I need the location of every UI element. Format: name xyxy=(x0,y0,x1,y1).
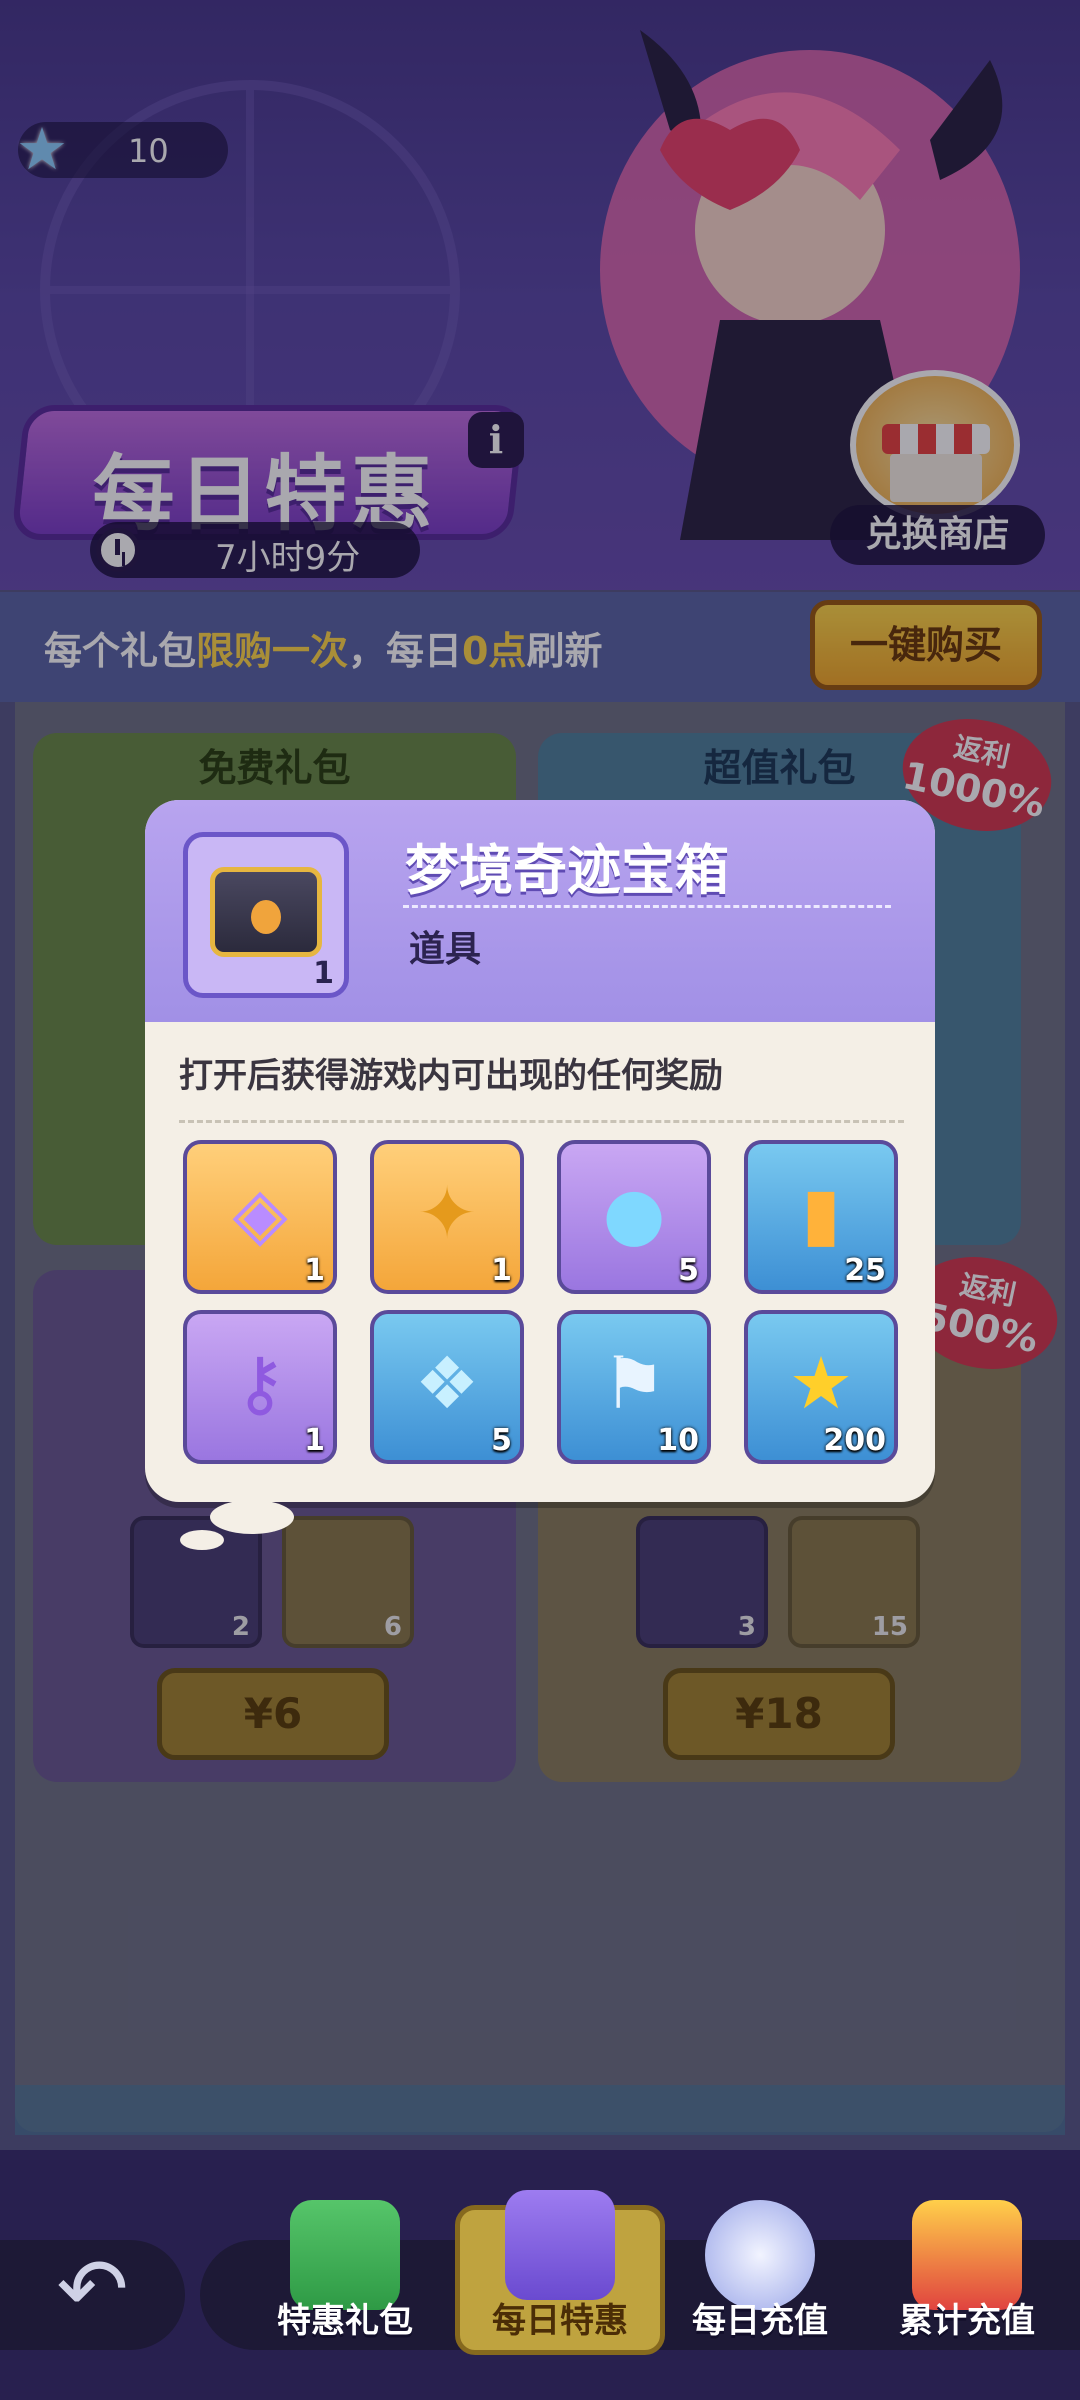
item-detail-popup: 1 梦境奇迹宝箱 道具 打开后获得游戏内可出现的任何奖励 ◈ 1 ✦ 1 ● 5 ▮ 2… xyxy=(145,800,935,1502)
gold-coin-icon: ★ xyxy=(788,1341,854,1425)
reward-item[interactable]: ✦ 1 xyxy=(370,1140,524,1294)
ice-crystal-icon: ❖ xyxy=(414,1341,480,1425)
helmet-flag-icon: ⚑ xyxy=(601,1341,667,1425)
rainbow-cube-icon: ◈ xyxy=(232,1171,288,1255)
blue-flame-icon: ● xyxy=(602,1171,666,1255)
divider xyxy=(179,1120,904,1123)
tab-cumulative-recharge[interactable]: 累计充值 xyxy=(862,2200,1072,2350)
divider xyxy=(403,905,891,908)
tab-special-gift[interactable]: 特惠礼包 xyxy=(240,2200,450,2350)
back-arrow-icon: ↶ xyxy=(56,2240,129,2340)
item-type: 道具 xyxy=(409,929,482,970)
item-count: 1 xyxy=(313,956,334,991)
item-description: 打开后获得游戏内可出现的任何奖励 xyxy=(179,1056,723,1096)
back-button[interactable]: ↶ xyxy=(0,2240,185,2350)
purple-key-icon: ⚷ xyxy=(233,1341,287,1425)
treasure-chest-icon xyxy=(210,867,322,957)
reward-item[interactable]: ⚷ 1 xyxy=(183,1310,337,1464)
reward-item[interactable]: ★ 200 xyxy=(744,1310,898,1464)
star-key-icon: ✦ xyxy=(416,1171,478,1255)
speech-bubble-tail xyxy=(210,1500,294,1534)
reward-item[interactable]: ⚑ 10 xyxy=(557,1310,711,1464)
reward-item[interactable]: ◈ 1 xyxy=(183,1140,337,1294)
tab-daily-recharge[interactable]: 每日充值 xyxy=(655,2200,865,2350)
speech-bubble-tail xyxy=(180,1530,224,1550)
gift-box-icon xyxy=(505,2190,615,2300)
reward-item[interactable]: ❖ 5 xyxy=(370,1310,524,1464)
reward-item[interactable]: ● 5 xyxy=(557,1140,711,1294)
tab-daily-deal[interactable]: 每日特惠 xyxy=(455,2190,665,2355)
item-thumbnail: 1 xyxy=(183,832,349,998)
item-name: 梦境奇迹宝箱 xyxy=(405,839,729,902)
mystery-bottle-icon: ▮ xyxy=(801,1171,841,1255)
reward-item[interactable]: ▮ 25 xyxy=(744,1140,898,1294)
